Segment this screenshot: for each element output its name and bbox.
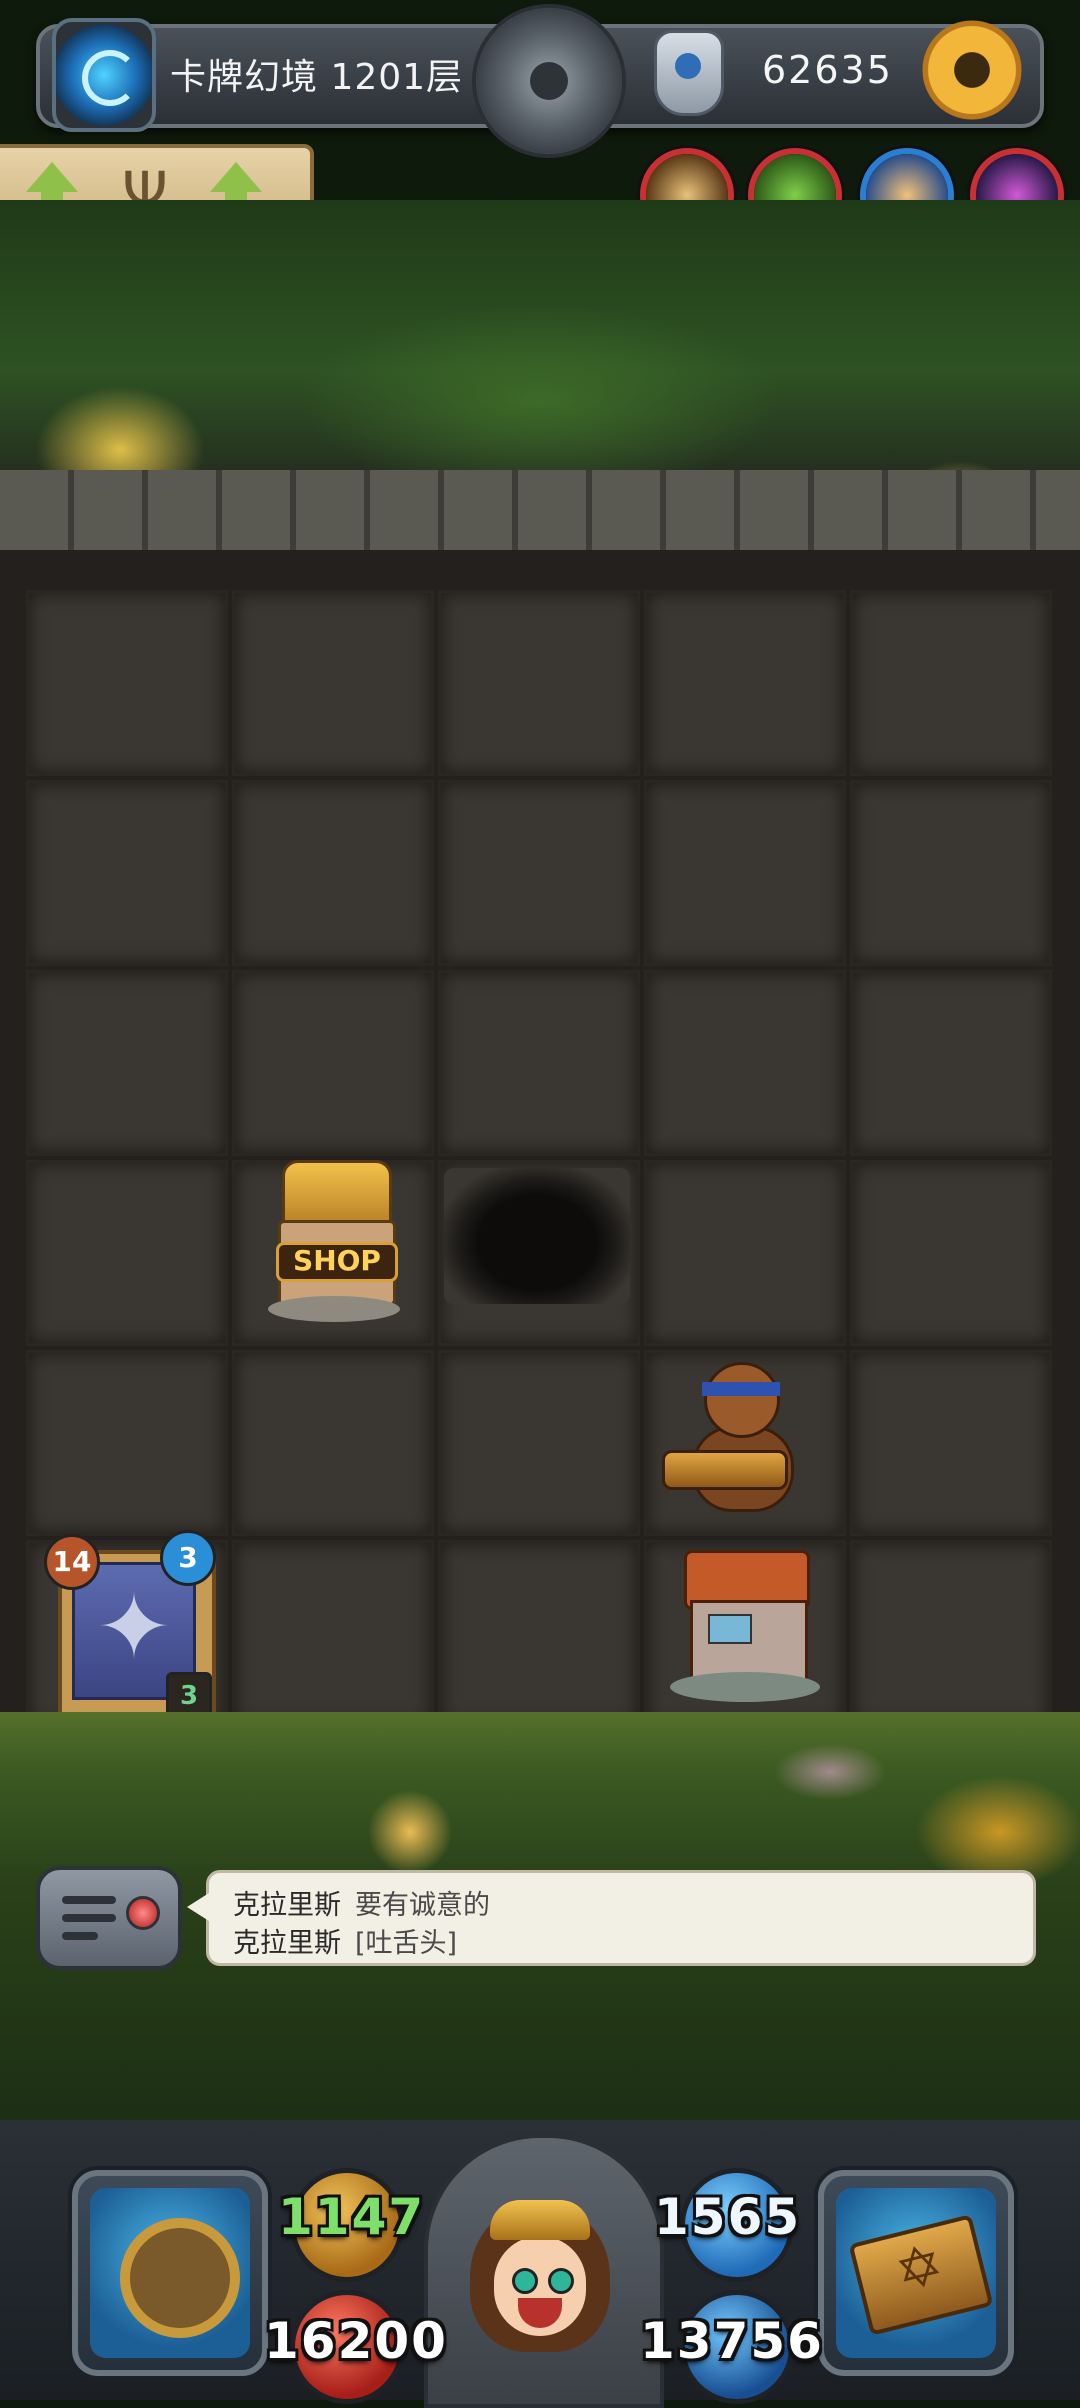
board-cell[interactable]	[26, 780, 228, 966]
attack-value: 1147	[278, 2188, 426, 2246]
board-cell[interactable]	[850, 590, 1052, 776]
bomb-disc-icon[interactable]	[472, 4, 626, 158]
board-cell[interactable]	[438, 590, 640, 776]
deck-card[interactable]: 14 3 3	[44, 1530, 216, 1722]
stone-wall	[0, 470, 1080, 556]
board-cell[interactable]	[232, 1350, 434, 1536]
gear-icon[interactable]	[916, 6, 1028, 136]
board-cell[interactable]	[644, 780, 846, 966]
arrow-up-icon	[210, 162, 262, 214]
hp-value: 16200	[264, 2312, 448, 2370]
board-cell[interactable]	[438, 970, 640, 1156]
board-cell[interactable]	[644, 1160, 846, 1346]
pit-hole[interactable]	[444, 1168, 630, 1304]
chat-button[interactable]	[36, 1866, 182, 1970]
board-cell[interactable]	[232, 1540, 434, 1726]
portal-icon[interactable]	[52, 18, 156, 132]
board-cell[interactable]	[26, 1160, 228, 1346]
arrow-up-icon	[26, 162, 78, 214]
board-cell[interactable]	[438, 780, 640, 966]
board-cell[interactable]	[232, 590, 434, 776]
board-cell[interactable]	[850, 970, 1052, 1156]
gold-count: 62635	[762, 48, 893, 92]
board-cell[interactable]	[26, 590, 228, 776]
board-cell[interactable]	[438, 1350, 640, 1536]
floor-title: 卡牌幻境 1201层	[170, 57, 464, 98]
chat-sender: 克拉里斯	[233, 1890, 341, 1921]
mana-value: 13756	[640, 2312, 824, 2370]
board-cell[interactable]	[26, 970, 228, 1156]
monkey-gunner-enemy[interactable]	[652, 1358, 822, 1528]
board-cell[interactable]	[26, 1350, 228, 1536]
board-cell[interactable]	[232, 780, 434, 966]
deck-defense-badge: 3	[160, 1530, 216, 1586]
helmet-compass-icon	[120, 2218, 240, 2338]
equipment-button[interactable]	[72, 2170, 268, 2376]
chat-message: [吐舌头]	[355, 1928, 458, 1959]
chat-panel[interactable]: 克拉里斯 要有诚意的 克拉里斯 [吐舌头]	[187, 1870, 1036, 1966]
deck-attack-badge: 14	[44, 1534, 100, 1590]
board-cell[interactable]	[232, 970, 434, 1156]
chat-message: 要有诚意的	[355, 1890, 490, 1921]
chat-line: 克拉里斯 要有诚意的	[233, 1883, 490, 1922]
board-cell[interactable]	[850, 1540, 1052, 1726]
board-cell[interactable]	[644, 590, 846, 776]
board-cell[interactable]	[644, 970, 846, 1156]
shop-label: SHOP	[276, 1242, 398, 1282]
board-cell[interactable]	[850, 780, 1052, 966]
spellbook-icon	[848, 2214, 994, 2336]
chat-sender: 克拉里斯	[233, 1928, 341, 1959]
spellbook-button[interactable]	[818, 2170, 1014, 2376]
hero-portrait[interactable]	[470, 2192, 610, 2362]
board-cell[interactable]	[438, 1540, 640, 1726]
board-cell[interactable]	[850, 1350, 1052, 1536]
shop-building[interactable]: SHOP	[254, 1150, 414, 1330]
defense-value: 1565	[654, 2188, 802, 2246]
cottage-building[interactable]	[660, 1540, 830, 1710]
chat-indicator-icon	[126, 1896, 160, 1930]
chat-line: 克拉里斯 [吐舌头]	[233, 1921, 457, 1960]
shield-crest-icon	[654, 30, 724, 116]
board-cell[interactable]	[850, 1160, 1052, 1346]
